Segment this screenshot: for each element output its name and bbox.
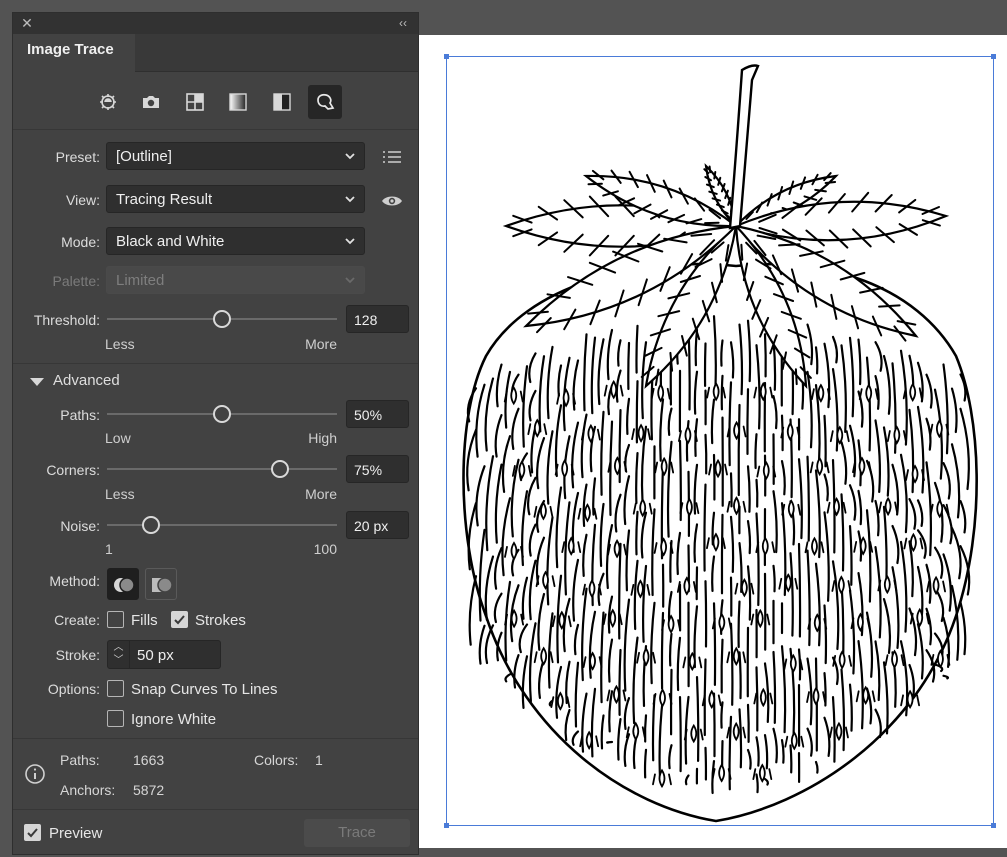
divider xyxy=(13,129,418,130)
chevron-down-icon xyxy=(345,238,355,245)
selection-handle[interactable] xyxy=(444,823,449,828)
grayscale-icon[interactable] xyxy=(221,85,255,119)
paths-slider[interactable] xyxy=(107,404,337,424)
view-label: View: xyxy=(66,192,100,208)
preset-value: [Outline] xyxy=(116,148,172,165)
fills-label: Fills xyxy=(131,612,158,629)
preset-label: Preset: xyxy=(55,149,100,165)
noise-label: Noise: xyxy=(60,518,100,534)
list-menu-icon[interactable] xyxy=(381,147,403,167)
strokes-label: Strokes xyxy=(195,612,246,629)
stats-anchors-value: 5872 xyxy=(133,782,165,798)
preview-label: Preview xyxy=(49,825,103,842)
panel-titlebar[interactable]: ✕ ‹‹ xyxy=(13,13,418,34)
chevron-down-icon xyxy=(345,277,355,284)
chevron-down-icon xyxy=(345,153,355,160)
trace-button[interactable]: Trace xyxy=(304,819,410,847)
advanced-label: Advanced xyxy=(53,372,120,389)
auto-color-icon[interactable] xyxy=(91,85,125,119)
stats-paths-value: 1663 xyxy=(133,752,165,768)
close-icon[interactable]: ✕ xyxy=(19,15,35,31)
options-label: Options: xyxy=(47,681,100,697)
palette-dropdown: Limited xyxy=(106,266,365,294)
abutting-method-icon[interactable] xyxy=(107,568,139,600)
corners-input[interactable]: 75% xyxy=(346,455,409,483)
threshold-label: Threshold: xyxy=(33,312,100,328)
eye-icon[interactable] xyxy=(381,191,403,211)
snap-curves-checkbox[interactable] xyxy=(107,680,124,697)
overlapping-method-icon[interactable] xyxy=(145,568,177,600)
paths-high-label: High xyxy=(308,430,337,446)
info-icon xyxy=(25,764,45,784)
fills-checkbox[interactable] xyxy=(107,611,124,628)
divider xyxy=(13,363,418,364)
ignore-white-checkbox[interactable] xyxy=(107,710,124,727)
selection-handle[interactable] xyxy=(991,823,996,828)
selection-handle[interactable] xyxy=(991,54,996,59)
divider xyxy=(13,809,418,810)
corners-low-label: Less xyxy=(105,486,135,502)
advanced-toggle[interactable]: Advanced xyxy=(29,371,149,393)
stats-paths-label: Paths: xyxy=(60,752,100,768)
paths-input[interactable]: 50% xyxy=(346,400,409,428)
panel-tab-bar: Image Trace xyxy=(13,34,418,72)
tab-image-trace[interactable]: Image Trace xyxy=(13,34,135,72)
divider xyxy=(13,738,418,739)
palette-label: Palette: xyxy=(52,273,100,289)
stats-colors-value: 1 xyxy=(315,752,323,768)
stroke-value[interactable]: 50 px xyxy=(137,647,174,664)
paths-label: Paths: xyxy=(60,407,100,423)
slider-knob[interactable] xyxy=(270,460,289,478)
view-dropdown[interactable]: Tracing Result xyxy=(106,185,365,213)
preview-checkbox[interactable] xyxy=(24,824,41,841)
stats-colors-label: Colors: xyxy=(254,752,299,768)
threshold-high-label: More xyxy=(305,336,337,352)
slider-knob[interactable] xyxy=(213,310,232,328)
corners-slider[interactable] xyxy=(107,459,337,479)
threshold-low-label: Less xyxy=(105,336,135,352)
slider-knob[interactable] xyxy=(213,405,231,423)
double-chevron-left-icon[interactable]: ‹‹ xyxy=(394,15,412,31)
paths-low-label: Low xyxy=(105,430,131,446)
camera-icon[interactable] xyxy=(134,85,168,119)
preset-dropdown[interactable]: [Outline] xyxy=(106,142,365,170)
low-color-icon[interactable] xyxy=(178,85,212,119)
stats-anchors-label: Anchors: xyxy=(60,782,116,798)
stroke-width-field[interactable]: ︿ ﹀ 50 px xyxy=(107,640,221,669)
selection-handle[interactable] xyxy=(444,54,449,59)
strokes-checkbox[interactable] xyxy=(171,611,188,628)
noise-low-label: 1 xyxy=(105,541,113,557)
create-label: Create: xyxy=(54,612,100,628)
snap-curves-label: Snap Curves To Lines xyxy=(131,681,278,698)
stepper-icon[interactable]: ︿ ﹀ xyxy=(108,641,130,668)
noise-slider[interactable] xyxy=(107,515,337,535)
stroke-label: Stroke: xyxy=(55,647,100,663)
threshold-input[interactable]: 128 xyxy=(346,305,409,333)
slider-knob[interactable] xyxy=(142,516,161,534)
corners-label: Corners: xyxy=(46,462,100,478)
outline-icon[interactable] xyxy=(308,85,342,119)
view-value: Tracing Result xyxy=(116,191,213,208)
mode-dropdown[interactable]: Black and White xyxy=(106,227,365,255)
palette-value: Limited xyxy=(116,272,165,289)
method-label: Method: xyxy=(49,573,100,589)
image-trace-panel: ✕ ‹‹ Image Trace Preset: [Outline] View: xyxy=(12,12,419,855)
slider-track[interactable] xyxy=(107,468,337,470)
noise-high-label: 100 xyxy=(313,541,337,557)
mode-label: Mode: xyxy=(61,234,100,250)
corners-high-label: More xyxy=(305,486,337,502)
selection-bounding-box[interactable] xyxy=(444,54,996,828)
chevron-down-icon xyxy=(345,196,355,203)
ignore-white-label: Ignore White xyxy=(131,711,217,728)
noise-input[interactable]: 20 px xyxy=(346,511,409,539)
preset-icon-row xyxy=(13,79,418,123)
black-white-icon[interactable] xyxy=(265,85,299,119)
triangle-down-icon xyxy=(30,378,44,386)
mode-value: Black and White xyxy=(116,233,225,250)
threshold-slider[interactable] xyxy=(107,309,337,329)
